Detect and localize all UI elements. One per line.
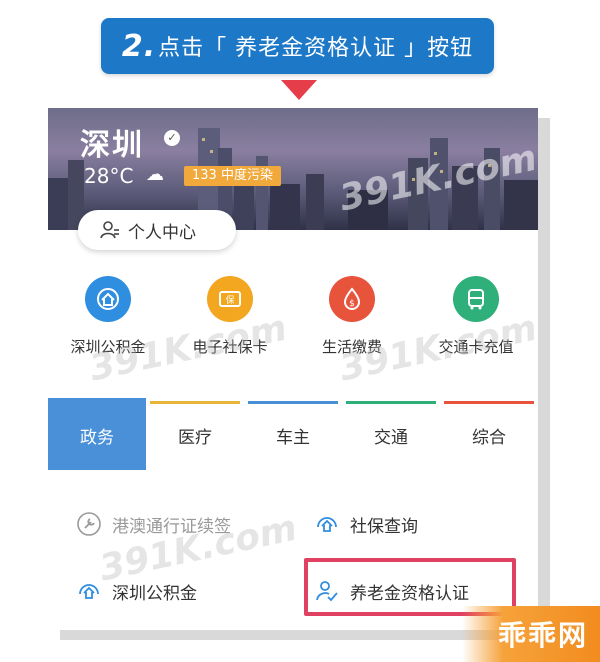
step-banner: 2. 点击「 养老金资格认证 」按钮 bbox=[101, 18, 494, 74]
site-logo: 乖乖网 bbox=[462, 606, 600, 662]
tab-medical[interactable]: 医疗 bbox=[146, 398, 244, 470]
tab-traffic[interactable]: 交通 bbox=[342, 398, 440, 470]
house-fund-icon bbox=[85, 276, 131, 322]
tab-underline bbox=[346, 401, 436, 404]
svg-text:$: $ bbox=[349, 299, 355, 309]
temperature: 28°C bbox=[84, 164, 134, 188]
func-label: 社保查询 bbox=[350, 516, 418, 537]
svg-text:保: 保 bbox=[225, 294, 234, 306]
tab-label: 医疗 bbox=[178, 428, 212, 448]
tab-label: 车主 bbox=[276, 428, 310, 448]
tab-underline bbox=[150, 401, 240, 404]
check-icon: ✓ bbox=[164, 130, 180, 146]
tab-label: 政务 bbox=[80, 428, 114, 448]
tab-car-owner[interactable]: 车主 bbox=[244, 398, 342, 470]
wrench-icon bbox=[77, 512, 101, 536]
personal-center-button[interactable]: 个人中心 bbox=[78, 210, 236, 250]
tab-underline bbox=[444, 401, 534, 404]
user-icon bbox=[100, 221, 119, 239]
city-name[interactable]: 深圳 bbox=[80, 120, 144, 164]
func-social-security-query[interactable]: 社保查询 bbox=[314, 511, 418, 537]
cloud-icon: ☁ bbox=[146, 164, 164, 185]
step-text: 点击「 养老金资格认证 」按钮 bbox=[158, 36, 474, 61]
house-fund-icon bbox=[79, 584, 99, 599]
payment-icon: $ bbox=[329, 276, 375, 322]
aqi-badge: 133 中度污染 bbox=[184, 166, 281, 186]
category-tabs: 政务 医疗 车主 交通 综合 bbox=[48, 398, 538, 470]
tab-general[interactable]: 综合 bbox=[440, 398, 538, 470]
step-number: 2. bbox=[121, 28, 157, 64]
tab-underline bbox=[248, 401, 338, 404]
tab-label: 综合 bbox=[472, 428, 506, 448]
app-screen: 深圳 ✓ 28°C ☁ 133 中度污染 个人中心 深圳公积金 保 电子社保卡 bbox=[48, 108, 538, 630]
shield-house-icon bbox=[317, 517, 337, 532]
tab-government[interactable]: 政务 bbox=[48, 398, 146, 470]
down-arrow-icon bbox=[281, 80, 317, 100]
personal-center-label: 个人中心 bbox=[128, 222, 196, 243]
tab-label: 交通 bbox=[374, 428, 408, 448]
